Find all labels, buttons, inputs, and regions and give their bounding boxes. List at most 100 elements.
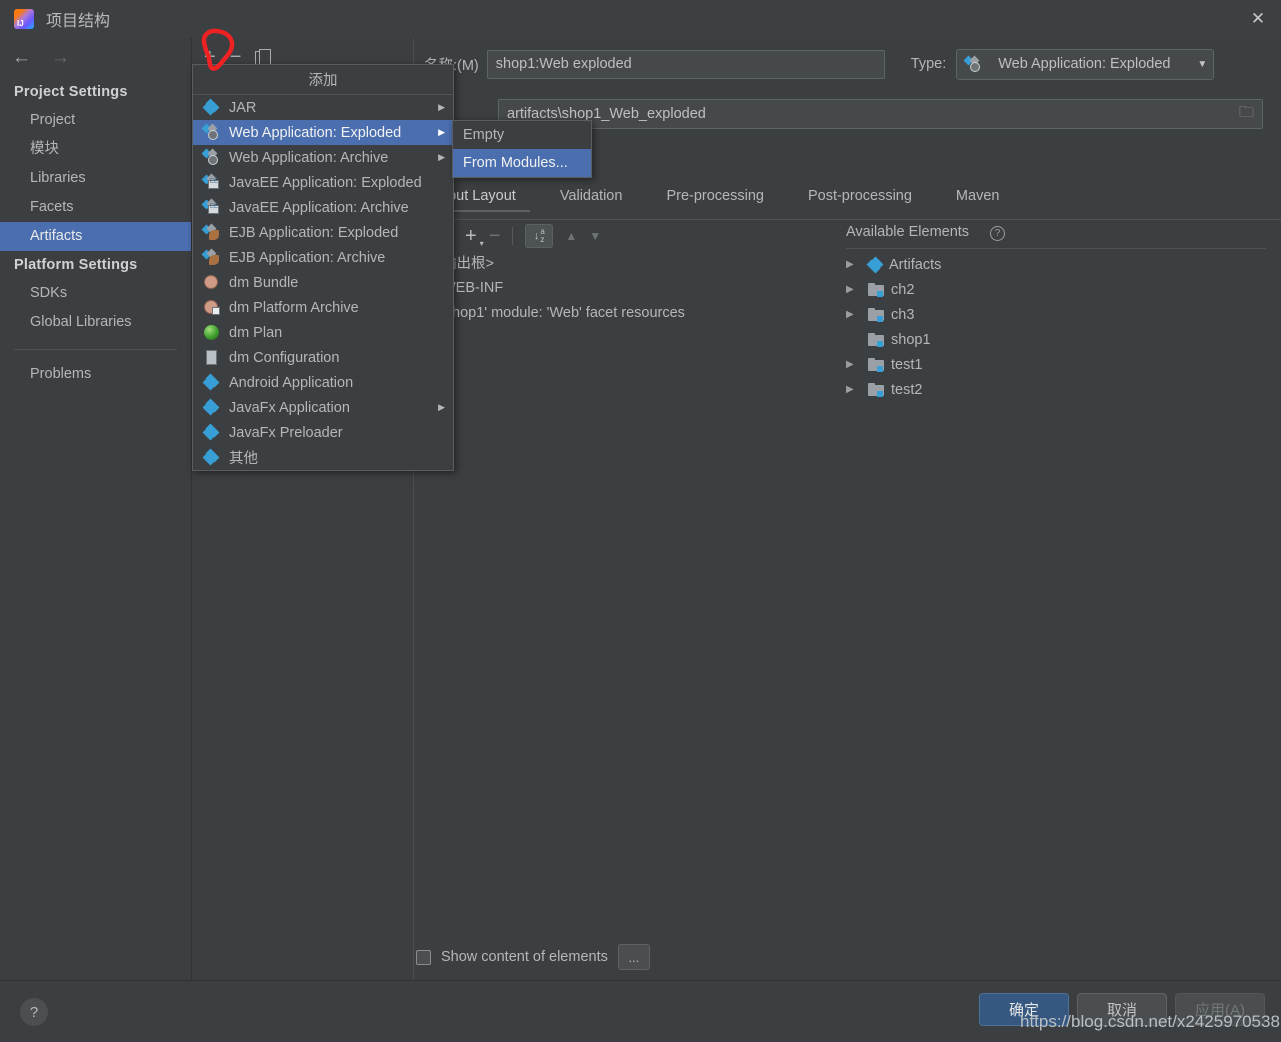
submenu-arrow-icon: ▶ (438, 102, 445, 112)
sidebar-item-project[interactable]: Project (0, 106, 191, 135)
sort-arrow-icon: ↓ (533, 230, 540, 242)
menu-item-javafx-preloader[interactable]: JavaFx Preloader (193, 420, 453, 445)
menu-item-label: Web Application: Archive (229, 149, 389, 166)
javaee-application-icon (201, 173, 220, 190)
sidebar-item-modules[interactable]: 模块 (0, 135, 191, 164)
more-options-button[interactable]: ... (617, 944, 650, 970)
output-tree-row[interactable]: 输出根> (420, 250, 820, 275)
web-application-exploded-submenu: Empty From Modules... (452, 120, 592, 178)
module-icon (868, 307, 884, 322)
sidebar-item-artifacts[interactable]: Artifacts (0, 222, 191, 251)
add-artifact-popup-menu: 添加 JAR ▶ Web Application: Exploded ▶ Web… (192, 64, 454, 471)
copy-icon[interactable] (255, 49, 272, 66)
android-application-icon (202, 373, 220, 391)
menu-item-javafx-application[interactable]: JavaFx Application ▶ (193, 395, 453, 420)
web-application-icon (201, 123, 220, 140)
help-button[interactable]: ? (20, 998, 48, 1026)
sidebar-item-libraries[interactable]: Libraries (0, 164, 191, 193)
menu-item-ejb-application-exploded[interactable]: EJB Application: Exploded (193, 220, 453, 245)
menu-item-label: JavaFx Application (229, 399, 350, 416)
menu-item-web-application-archive[interactable]: Web Application: Archive ▶ (193, 145, 453, 170)
submenu-item-empty[interactable]: Empty (453, 121, 591, 149)
expand-arrow-icon[interactable]: ▶ (846, 309, 868, 320)
expand-arrow-icon[interactable]: ▶ (846, 359, 868, 370)
expand-arrow-icon[interactable]: ▶ (846, 384, 868, 395)
folder-browse-icon[interactable]: 🗀 (1239, 102, 1254, 127)
show-content-row: Show content of elements ... (416, 944, 650, 970)
module-icon (868, 332, 884, 347)
tree-item-test2[interactable]: ▶ test2 (846, 377, 1246, 402)
tab-post-processing[interactable]: Post-processing (786, 186, 934, 212)
tree-item-label: shop1 (891, 331, 931, 348)
module-icon (868, 382, 884, 397)
layout-add-button[interactable]: + ▾ (465, 225, 484, 248)
tab-validation[interactable]: Validation (538, 186, 645, 212)
artifact-tabs: utput Layout Validation Pre-processing P… (414, 186, 1281, 220)
tab-pre-processing[interactable]: Pre-processing (644, 186, 786, 212)
sidebar-item-sdks[interactable]: SDKs (0, 279, 191, 308)
menu-item-dm-plan[interactable]: dm Plan (193, 320, 453, 345)
menu-item-javaee-application-exploded[interactable]: JavaEE Application: Exploded (193, 170, 453, 195)
available-elements-title: Available Elements (846, 224, 970, 240)
tree-item-artifacts[interactable]: ▶ Artifacts (846, 252, 1246, 277)
menu-item-dm-bundle[interactable]: dm Bundle (193, 270, 453, 295)
expand-arrow-icon[interactable]: ▶ (846, 259, 868, 270)
expand-arrow-icon[interactable]: ▶ (846, 284, 868, 295)
ejb-application-icon (201, 223, 220, 240)
artifact-type-label: Type: (910, 56, 947, 72)
tree-item-test1[interactable]: ▶ test1 (846, 352, 1246, 377)
back-arrow-icon[interactable]: ← (12, 47, 31, 69)
sidebar-item-facets[interactable]: Facets (0, 193, 191, 222)
menu-item-label: dm Bundle (229, 274, 299, 291)
show-content-label: Show content of elements (441, 949, 608, 965)
tree-item-ch2[interactable]: ▶ ch2 (846, 277, 1246, 302)
close-icon[interactable]: ✕ (1235, 0, 1281, 38)
menu-item-label: JavaEE Application: Exploded (229, 174, 422, 191)
menu-item-label: JAR (229, 99, 257, 116)
submenu-item-from-modules[interactable]: From Modules... (453, 149, 591, 177)
artifact-name-input[interactable] (486, 49, 885, 79)
intellij-idea-logo-icon (14, 9, 34, 29)
jar-icon (202, 98, 220, 116)
menu-item-label: Android Application (229, 374, 354, 391)
tree-item-shop1[interactable]: ▶ shop1 (846, 327, 1246, 352)
menu-item-label: dm Plan (229, 324, 283, 341)
tab-maven[interactable]: Maven (934, 186, 1022, 212)
output-tree-row[interactable]: 'shop1' module: 'Web' facet resources (420, 300, 820, 325)
sidebar-item-problems[interactable]: Problems (0, 360, 191, 389)
sidebar-group-project-settings: Project Settings (14, 84, 128, 100)
artifact-type-dropdown[interactable]: Web Application: Exploded ▼ (956, 48, 1215, 80)
menu-item-javaee-application-archive[interactable]: JavaEE Application: Archive (193, 195, 453, 220)
help-icon[interactable]: ? (990, 226, 1005, 241)
menu-item-web-application-exploded[interactable]: Web Application: Exploded ▶ (193, 120, 453, 145)
menu-item-other[interactable]: 其他 (193, 445, 453, 470)
menu-item-dm-configuration[interactable]: dm Configuration (193, 345, 453, 370)
javafx-application-icon (202, 398, 220, 416)
move-down-button[interactable]: ▼ (589, 229, 601, 243)
sidebar-group-platform-settings: Platform Settings (14, 257, 138, 273)
submenu-arrow-icon: ▶ (438, 152, 445, 162)
output-tree-row[interactable]: WEB-INF (420, 275, 820, 300)
layout-remove-button[interactable]: − (489, 225, 501, 248)
menu-item-label: EJB Application: Archive (229, 249, 386, 266)
submenu-arrow-icon: ▶ (438, 127, 445, 137)
move-up-button[interactable]: ▲ (565, 229, 577, 243)
forward-arrow-icon[interactable]: → (51, 47, 70, 69)
tree-item-label: test2 (891, 381, 923, 398)
menu-item-jar[interactable]: JAR ▶ (193, 95, 453, 120)
show-content-checkbox[interactable] (416, 949, 431, 965)
output-directory-input[interactable]: artifacts\shop1_Web_exploded 🗀 (498, 99, 1263, 129)
menu-item-android-application[interactable]: Android Application (193, 370, 453, 395)
web-application-icon (963, 55, 982, 72)
menu-item-dm-platform-archive[interactable]: dm Platform Archive (193, 295, 453, 320)
sidebar-item-global-libraries[interactable]: Global Libraries (0, 308, 191, 337)
az-icon: az (540, 227, 545, 244)
menu-item-ejb-application-archive[interactable]: EJB Application: Archive (193, 245, 453, 270)
expand-arrow-placeholder: ▶ (846, 334, 868, 345)
tree-item-ch3[interactable]: ▶ ch3 (846, 302, 1246, 327)
submenu-arrow-icon: ▶ (438, 402, 445, 412)
sort-alphabetically-button[interactable]: ↓ az (525, 224, 554, 248)
menu-item-label: Web Application: Exploded (229, 124, 402, 141)
artifacts-diamond-icon (866, 256, 884, 273)
project-structure-dialog: 项目结构 ✕ ← → Project Settings Project 模块 L… (0, 0, 1281, 1042)
